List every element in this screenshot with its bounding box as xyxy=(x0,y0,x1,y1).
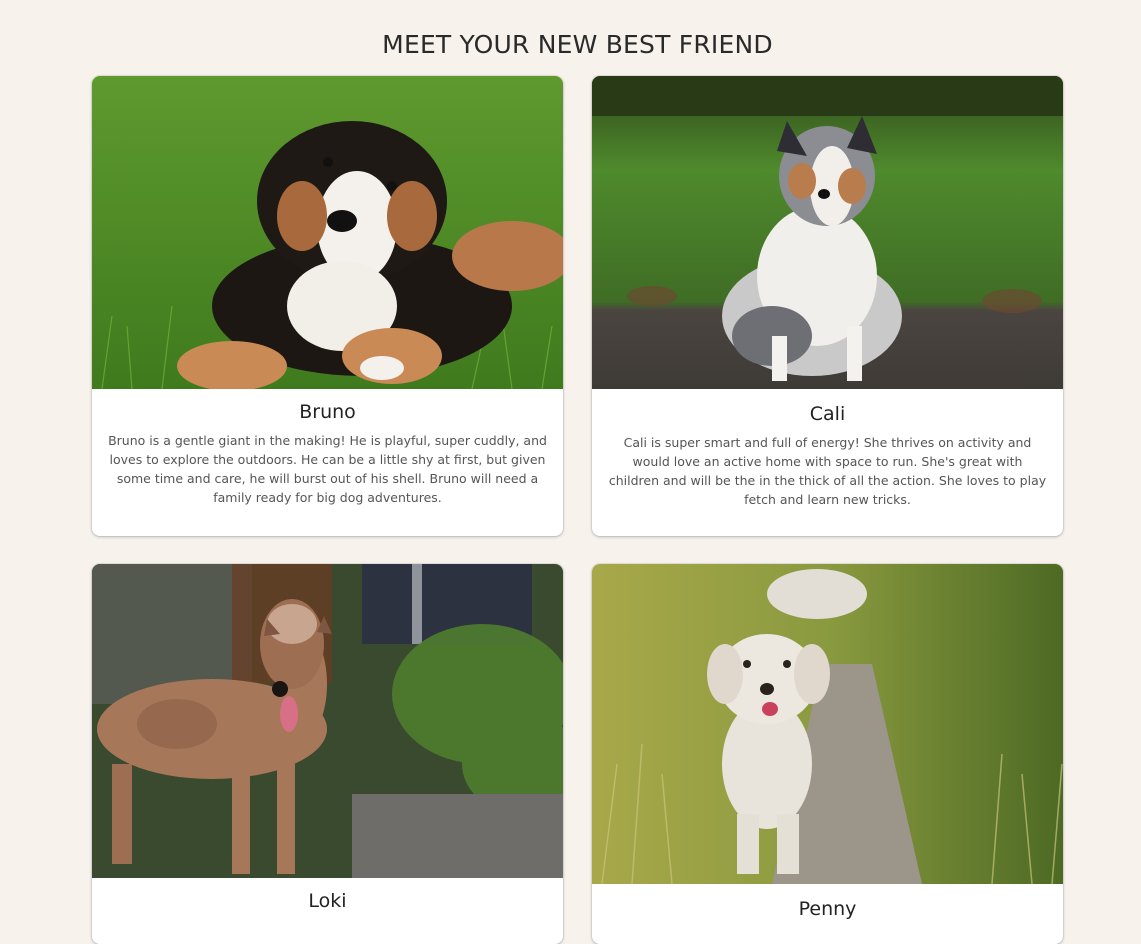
dog-photo-loki xyxy=(92,564,563,878)
dog-name: Bruno xyxy=(299,401,356,423)
page-title: MEET YOUR NEW BEST FRIEND xyxy=(382,30,773,59)
dog-description: Bruno is a gentle giant in the making! H… xyxy=(108,433,547,505)
dog-description: Cali is super smart and full of energy! … xyxy=(608,435,1047,507)
dog-name: Cali xyxy=(809,403,846,425)
dog-photo-penny xyxy=(592,564,1063,884)
dog-name: Loki xyxy=(308,890,347,912)
dog-name: Penny xyxy=(798,898,857,920)
dog-card-loki[interactable]: Loki xyxy=(92,564,563,944)
dog-card-bruno[interactable]: Bruno Bruno is a gentle giant in the mak… xyxy=(92,76,563,536)
dog-card-penny[interactable]: Penny xyxy=(592,564,1063,944)
dog-card-cali[interactable]: Cali Cali is super smart and full of ene… xyxy=(592,76,1063,536)
dog-photo-bruno xyxy=(92,76,563,389)
dog-photo-cali xyxy=(592,76,1063,389)
